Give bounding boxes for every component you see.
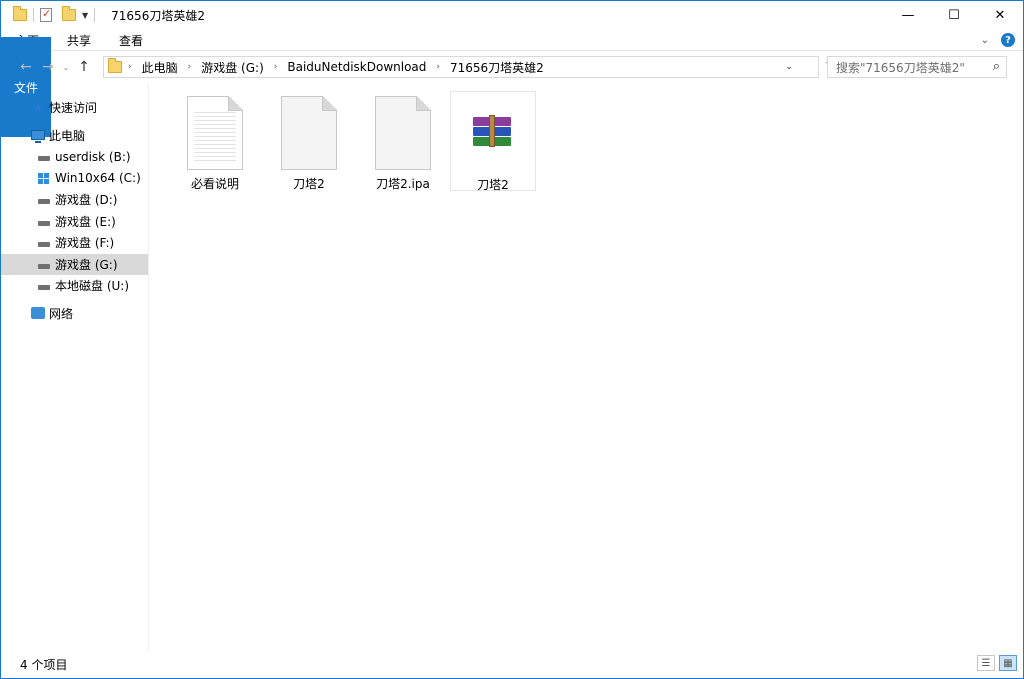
file-item[interactable]: 必看说明: [172, 91, 258, 191]
toolbar-divider: [94, 8, 96, 22]
file-item[interactable]: 刀塔2: [450, 91, 536, 192]
drive-icon: [37, 258, 51, 270]
explorer-window: ▼ 71656刀塔英雄2 — ☐ ✕ 文件 主页 共享 查看 ⌄ ? ← → ⌄…: [0, 0, 1024, 679]
back-button[interactable]: ←: [15, 56, 37, 78]
sidebar-item-drive-g[interactable]: 游戏盘 (G:): [1, 253, 148, 275]
navigation-pane: ★ 快速访问 此电脑 userdisk (B:) Win10x64 (C:) 游…: [1, 83, 149, 651]
breadcrumb-this-pc[interactable]: 此电脑: [138, 59, 182, 76]
computer-icon: [31, 129, 45, 144]
address-bar[interactable]: › 此电脑 › 游戏盘 (G:) › BaiduNetdiskDownload …: [103, 56, 836, 78]
star-icon: ★: [32, 100, 44, 115]
help-icon[interactable]: ?: [1001, 33, 1015, 47]
drive-icon: [37, 194, 51, 206]
windows-drive-icon: [37, 172, 51, 184]
toolbar-divider: [33, 8, 34, 22]
close-button[interactable]: ✕: [977, 1, 1023, 29]
sidebar-item-label: Win10x64 (C:): [55, 171, 141, 186]
maximize-button[interactable]: ☐: [931, 1, 977, 29]
winrar-archive-icon: [473, 97, 513, 153]
sidebar-item-this-pc[interactable]: 此电脑: [1, 125, 148, 147]
window-controls: — ☐ ✕: [885, 1, 1023, 29]
tab-view[interactable]: 查看: [105, 29, 157, 51]
sidebar-item-drive-f[interactable]: 游戏盘 (F:): [1, 232, 148, 254]
tab-share[interactable]: 共享: [53, 29, 105, 51]
sidebar-item-label: 游戏盘 (E:): [55, 214, 116, 229]
breadcrumb-drive-g[interactable]: 游戏盘 (G:): [197, 59, 268, 76]
blank-file-icon: [375, 96, 431, 170]
file-name: 刀塔2: [477, 178, 509, 192]
navigation-bar: ← → ⌄ ↑ › 此电脑 › 游戏盘 (G:) › BaiduNetdiskD…: [1, 52, 1023, 82]
breadcrumb-current-folder[interactable]: 71656刀塔英雄2: [446, 59, 548, 76]
address-dropdown-icon[interactable]: ⌄: [780, 57, 798, 77]
file-name: 刀塔2: [293, 177, 325, 191]
sidebar-item-label: 快速访问: [49, 101, 98, 116]
title-bar: ▼ 71656刀塔英雄2 — ☐ ✕: [1, 1, 1023, 29]
file-name: 必看说明: [190, 177, 239, 191]
sidebar-item-label: userdisk (B:): [55, 149, 131, 164]
file-item[interactable]: 刀塔2: [266, 91, 352, 191]
search-icon[interactable]: ⌕: [993, 59, 1000, 74]
search-placeholder: 搜索"71656刀塔英雄2": [836, 60, 965, 75]
breadcrumb-separator[interactable]: ›: [182, 62, 198, 72]
sidebar-item-quick-access[interactable]: ★ 快速访问: [1, 97, 148, 119]
blank-file-icon: [281, 96, 337, 170]
expand-ribbon-icon[interactable]: ⌄: [981, 35, 989, 46]
sidebar-item-drive-u[interactable]: 本地磁盘 (U:): [1, 275, 148, 297]
breadcrumb-baidunetdiskdownload[interactable]: BaiduNetdiskDownload: [283, 60, 430, 74]
drive-icon: [37, 215, 51, 227]
sidebar-item-label: 此电脑: [49, 128, 86, 143]
view-switcher: ☰ ▦: [977, 655, 1017, 671]
breadcrumb-separator[interactable]: ›: [268, 62, 284, 72]
details-view-icon[interactable]: ☰: [977, 655, 995, 671]
sidebar-item-drive-e[interactable]: 游戏盘 (E:): [1, 211, 148, 233]
quick-access-toolbar: ▼: [1, 1, 101, 29]
sidebar-item-label: 游戏盘 (F:): [55, 236, 115, 251]
vertical-scrollbar[interactable]: [1013, 83, 1023, 651]
sidebar-item-label: 本地磁盘 (U:): [55, 279, 130, 294]
search-box[interactable]: 搜索"71656刀塔英雄2" ⌕: [827, 56, 1007, 78]
up-button[interactable]: ↑: [73, 56, 95, 78]
new-folder-icon[interactable]: [62, 6, 76, 21]
folder-icon: [108, 58, 122, 73]
file-list: 必看说明 刀塔2 刀塔2.ipa 刀塔2: [150, 83, 1014, 651]
file-name: 刀塔2.ipa: [376, 177, 430, 191]
large-icons-view-icon[interactable]: ▦: [999, 655, 1017, 671]
breadcrumb-separator[interactable]: ›: [430, 62, 446, 72]
folder-icon: [13, 6, 27, 21]
sidebar-item-label: 网络: [49, 306, 74, 321]
breadcrumb-separator[interactable]: ›: [122, 62, 138, 72]
item-count: 4 个项目: [20, 658, 68, 672]
status-bar: 4 个项目 ☰ ▦: [1, 651, 1023, 678]
sidebar-item-drive-b[interactable]: userdisk (B:): [1, 146, 148, 168]
drive-icon: [37, 151, 51, 163]
network-icon: [31, 307, 45, 320]
sidebar-item-drive-c[interactable]: Win10x64 (C:): [1, 168, 148, 190]
properties-icon[interactable]: [40, 7, 52, 22]
forward-button[interactable]: →: [37, 56, 59, 78]
ribbon-right-controls: ⌄ ?: [981, 29, 1015, 51]
recent-locations-button[interactable]: ⌄: [59, 56, 73, 78]
sidebar-item-network[interactable]: 网络: [1, 303, 148, 325]
customize-toolbar-icon[interactable]: ▼: [82, 11, 88, 20]
file-item[interactable]: 刀塔2.ipa: [360, 91, 446, 191]
drive-icon: [37, 237, 51, 249]
sidebar-item-label: 游戏盘 (G:): [55, 257, 118, 272]
sidebar-item-label: 游戏盘 (D:): [55, 193, 118, 208]
minimize-button[interactable]: —: [885, 1, 931, 29]
drive-icon: [37, 280, 51, 292]
window-title: 71656刀塔英雄2: [111, 8, 205, 23]
sidebar-item-drive-d[interactable]: 游戏盘 (D:): [1, 189, 148, 211]
ribbon-tabs: 文件 主页 共享 查看 ⌄ ?: [1, 29, 1023, 137]
text-document-icon: [187, 96, 243, 170]
